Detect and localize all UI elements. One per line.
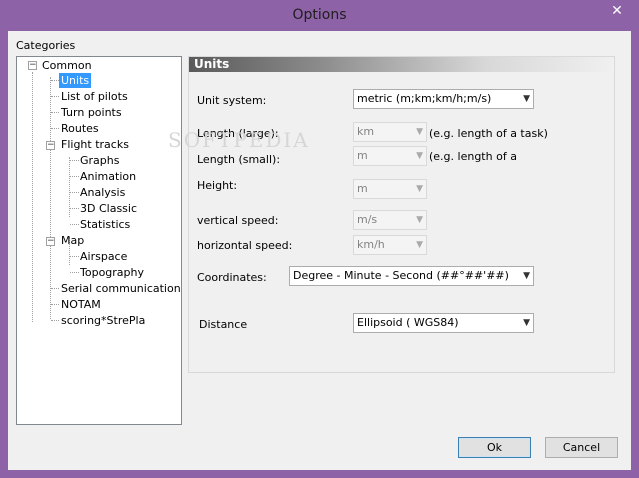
vertical-speed-label: vertical speed: — [197, 214, 279, 227]
horizontal-speed-label: horizontal speed: — [197, 239, 293, 252]
length-small-label: Length (small): — [197, 153, 281, 166]
tree-item-flight-tracks[interactable]: Flight tracks — [61, 137, 129, 152]
collapse-common-icon[interactable]: − — [28, 61, 37, 70]
chevron-down-icon: ▼ — [523, 271, 530, 281]
length-large-select[interactable]: km ▼ — [353, 122, 427, 142]
distance-label: Distance — [199, 318, 248, 331]
tree-item-turn-points[interactable]: Turn points — [61, 105, 122, 120]
tree-connector — [70, 208, 79, 209]
tree-item-notam[interactable]: NOTAM — [61, 297, 101, 312]
cancel-button[interactable]: Cancel — [545, 437, 618, 458]
tree-item-analysis[interactable]: Analysis — [80, 185, 125, 200]
tree-connector — [70, 272, 79, 273]
coordinates-label: Coordinates: — [197, 271, 267, 284]
tree-connector — [51, 304, 59, 305]
collapse-flight-tracks-icon[interactable]: − — [46, 141, 55, 150]
tree-item-statistics[interactable]: Statistics — [80, 217, 130, 232]
vertical-speed-select[interactable]: m/s ▼ — [353, 210, 427, 230]
unit-system-select[interactable]: metric (m;km;km/h;m/s) ▼ — [353, 89, 534, 109]
units-panel: Units Unit system: metric (m;km;km/h;m/s… — [188, 56, 615, 373]
tree-connector — [32, 72, 33, 322]
tree-connector — [70, 224, 79, 225]
tree-item-topography[interactable]: Topography — [80, 265, 144, 280]
close-icon[interactable]: ✕ — [601, 1, 633, 21]
chevron-down-icon: ▼ — [416, 127, 423, 137]
height-select[interactable]: m ▼ — [353, 179, 427, 199]
length-small-select[interactable]: m ▼ — [353, 146, 427, 166]
title-bar[interactable]: Options ✕ — [0, 0, 639, 31]
tree-item-graphs[interactable]: Graphs — [80, 153, 119, 168]
distance-select[interactable]: Ellipsoid ( WGS84) ▼ — [353, 313, 534, 333]
tree-connector — [51, 80, 59, 81]
tree-connector — [70, 176, 79, 177]
coordinates-select[interactable]: Degree - Minute - Second (##°##'##) ▼ — [289, 266, 534, 286]
tree-connector — [70, 160, 79, 161]
vertical-speed-value: m/s — [357, 213, 378, 226]
tree-item-scoring[interactable]: scoring*StrePla — [61, 313, 145, 328]
height-label: Height: — [197, 179, 238, 192]
dialog-client-area: Categories − Common Units List of pilots… — [8, 31, 631, 470]
tree-item-serial-communication[interactable]: Serial communication — [61, 281, 181, 296]
chevron-down-icon: ▼ — [416, 151, 423, 161]
tree-item-units[interactable]: Units — [59, 73, 92, 88]
tree-connector — [51, 320, 59, 321]
tree-connector — [51, 288, 59, 289]
chevron-down-icon: ▼ — [416, 240, 423, 250]
collapse-map-icon[interactable]: − — [46, 237, 55, 246]
tree-item-3d-classic[interactable]: 3D Classic — [80, 201, 137, 216]
horizontal-speed-select[interactable]: km/h ▼ — [353, 235, 427, 255]
tree-connector — [50, 77, 51, 319]
chevron-down-icon: ▼ — [523, 94, 530, 104]
window-title: Options — [292, 7, 347, 23]
panel-header: Units — [189, 57, 614, 72]
length-small-hint: (e.g. length of a — [429, 150, 517, 163]
unit-system-label: Unit system: — [197, 94, 267, 107]
tree-connector — [70, 192, 79, 193]
watermark: SOFTPEDIA — [168, 128, 310, 152]
chevron-down-icon: ▼ — [523, 318, 530, 328]
categories-tree[interactable]: − Common Units List of pilots Turn point… — [16, 56, 182, 425]
tree-item-list-of-pilots[interactable]: List of pilots — [61, 89, 128, 104]
tree-connector — [70, 256, 79, 257]
tree-item-animation[interactable]: Animation — [80, 169, 136, 184]
chevron-down-icon: ▼ — [416, 184, 423, 194]
categories-label: Categories — [16, 39, 76, 52]
length-small-value: m — [357, 149, 368, 162]
length-large-hint: (e.g. length of a task) — [429, 127, 548, 140]
coordinates-value: Degree - Minute - Second (##°##'##) — [293, 269, 509, 282]
tree-item-map[interactable]: Map — [61, 233, 84, 248]
tree-item-routes[interactable]: Routes — [61, 121, 99, 136]
tree-item-airspace[interactable]: Airspace — [80, 249, 127, 264]
options-window: Options ✕ Categories − Common Units List… — [0, 0, 639, 478]
tree-connector — [51, 112, 59, 113]
length-large-value: km — [357, 125, 375, 138]
tree-connector — [51, 96, 59, 97]
height-value: m — [357, 182, 368, 195]
tree-item-common[interactable]: Common — [42, 58, 92, 73]
distance-value: Ellipsoid ( WGS84) — [357, 316, 459, 329]
unit-system-value: metric (m;km;km/h;m/s) — [357, 92, 492, 105]
tree-connector — [51, 128, 59, 129]
horizontal-speed-value: km/h — [357, 238, 385, 251]
chevron-down-icon: ▼ — [416, 215, 423, 225]
ok-button[interactable]: Ok — [458, 437, 531, 458]
